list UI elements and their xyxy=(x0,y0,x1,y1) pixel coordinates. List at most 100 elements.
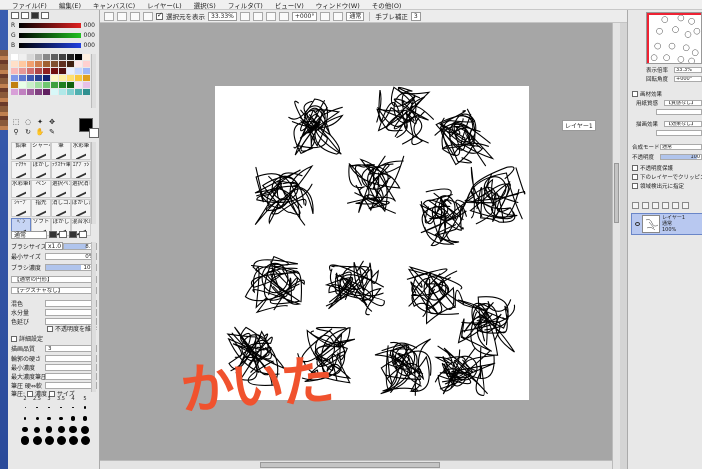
blue-slider[interactable] xyxy=(19,43,81,48)
brush-tool-14[interactable]: 消しゴム xyxy=(51,199,71,217)
transfer-down-button[interactable] xyxy=(652,202,659,209)
color-swatch[interactable] xyxy=(67,75,74,81)
color-swatch[interactable] xyxy=(59,61,66,67)
color-swatch[interactable] xyxy=(27,82,34,88)
brush-density-slider[interactable]: 100 xyxy=(45,263,97,271)
color-swatch[interactable] xyxy=(43,54,50,60)
navigator-viewport[interactable] xyxy=(647,13,701,63)
color-swatch[interactable] xyxy=(11,54,18,60)
red-value[interactable]: 000 xyxy=(83,22,95,29)
brush-size-preset[interactable] xyxy=(55,414,67,423)
menu-item-0[interactable]: ファイル(F) xyxy=(6,0,53,10)
clipping-option[interactable]: 下のレイヤーでクリッピング xyxy=(632,173,702,181)
blend-mode-select[interactable]: 通常 xyxy=(346,11,365,21)
redo-button[interactable] xyxy=(117,11,127,21)
deselect-button[interactable] xyxy=(130,11,140,21)
brush-tool-3[interactable]: 水彩筆 xyxy=(71,142,91,160)
color-swatch[interactable] xyxy=(51,54,58,60)
menu-item-8[interactable]: その他(O) xyxy=(366,0,408,10)
color-swatch[interactable] xyxy=(67,89,74,95)
wand-icon[interactable]: ✦ xyxy=(35,118,45,126)
color-swatch[interactable] xyxy=(43,89,50,95)
color-swatch[interactable] xyxy=(43,82,50,88)
color-swatch[interactable] xyxy=(75,54,82,60)
brush-size-preset[interactable] xyxy=(19,414,31,423)
brush-size-preset[interactable] xyxy=(19,436,31,445)
color-swatch[interactable] xyxy=(27,61,34,67)
red-slider[interactable] xyxy=(19,23,81,28)
menu-item-3[interactable]: レイヤー(L) xyxy=(141,0,188,10)
menu-item-7[interactable]: ウィンドウ(W) xyxy=(310,0,366,10)
color-swatch[interactable] xyxy=(83,68,90,74)
brush-size-preset[interactable] xyxy=(79,436,91,445)
brush-size-preset[interactable] xyxy=(19,403,31,412)
show-selection-checkbox[interactable] xyxy=(156,11,163,20)
brush-size-preset[interactable] xyxy=(43,414,55,423)
brush-size-preset[interactable] xyxy=(67,436,79,445)
color-swatch[interactable] xyxy=(27,68,34,74)
rgb-slider-toggle[interactable] xyxy=(21,12,29,19)
brush-tool-6[interactable]: ﾃｸｽﾁｬ筆 xyxy=(51,161,71,179)
color-swatch[interactable] xyxy=(11,82,18,88)
brush-tool-10[interactable]: 選択ペン xyxy=(51,180,71,198)
color-swatch[interactable] xyxy=(83,61,90,67)
quality-select[interactable]: 3 xyxy=(45,344,97,352)
brush-size-preset[interactable] xyxy=(55,425,67,434)
color-swatch[interactable] xyxy=(11,68,18,74)
layer-visibility-eye-icon[interactable] xyxy=(635,222,640,226)
color-swatch[interactable] xyxy=(75,68,82,74)
size-multiplier-select[interactable]: x1.0 xyxy=(45,242,63,250)
zoom-out-button[interactable] xyxy=(239,11,250,21)
brush-shape-select[interactable]: 【通常の円形】 xyxy=(11,275,97,283)
color-swatch[interactable] xyxy=(11,89,18,95)
vertical-scroll-thumb[interactable] xyxy=(614,163,619,223)
color-swatch[interactable] xyxy=(43,68,50,74)
brush-tool-11[interactable]: 選択消し xyxy=(71,180,91,198)
brush-mode-select[interactable]: 通常 xyxy=(11,230,47,239)
settings-scrollbar[interactable] xyxy=(91,242,96,392)
zoom-field[interactable]: 33.33% xyxy=(208,11,237,21)
brush-tool-13[interactable]: 指先 xyxy=(31,199,51,217)
layer-effect-header[interactable]: 画材効果 xyxy=(632,90,662,98)
color-swatch[interactable] xyxy=(19,68,26,74)
menu-item-4[interactable]: 選択(S) xyxy=(188,0,222,10)
color-swatch[interactable] xyxy=(27,89,34,95)
color-swatch[interactable] xyxy=(19,82,26,88)
rotate-right-button[interactable] xyxy=(320,11,331,21)
paper-strength-slider[interactable] xyxy=(656,108,702,115)
brush-size-preset[interactable] xyxy=(43,403,55,412)
color-swatch[interactable] xyxy=(51,68,58,74)
brush-size-preset[interactable] xyxy=(67,414,79,423)
rotate-left-button[interactable] xyxy=(278,11,289,21)
min-density-slider[interactable] xyxy=(45,363,97,371)
keep-opacity-option[interactable]: 不透明度を維持 xyxy=(47,324,97,333)
color-swatch[interactable] xyxy=(43,75,50,81)
max-pressure-slider[interactable] xyxy=(45,372,97,380)
brush-size-preset[interactable] xyxy=(55,403,67,412)
color-swatch[interactable] xyxy=(59,68,66,74)
rotation-field[interactable]: +000° xyxy=(291,11,318,21)
blue-value[interactable]: 000 xyxy=(83,42,95,49)
color-swatch[interactable] xyxy=(75,89,82,95)
brush-size-preset[interactable] xyxy=(31,414,43,423)
menu-item-1[interactable]: 編集(E) xyxy=(53,0,87,10)
color-swatch[interactable] xyxy=(59,89,66,95)
edge-slider[interactable] xyxy=(45,354,97,362)
delete-layer-button[interactable] xyxy=(682,202,689,209)
color-swatch[interactable] xyxy=(67,61,74,67)
brush-size-preset[interactable] xyxy=(43,436,55,445)
keep-opacity-checkbox[interactable] xyxy=(47,325,53,332)
stabilizer-select[interactable]: 3 xyxy=(410,11,421,21)
color-swatch[interactable] xyxy=(35,61,42,67)
color-swatch[interactable] xyxy=(51,75,58,81)
color-swatch[interactable] xyxy=(51,82,58,88)
undo-button[interactable] xyxy=(104,11,114,21)
protect-opacity-option[interactable]: 不透明度保護 xyxy=(632,164,673,172)
detect-source-checkbox[interactable] xyxy=(632,183,638,189)
shape-circle-button[interactable] xyxy=(49,231,57,238)
color-swatch[interactable] xyxy=(11,75,18,81)
color-swatch[interactable] xyxy=(83,89,90,95)
brush-grid-scrollbar[interactable] xyxy=(91,142,96,224)
color-swatch[interactable] xyxy=(67,68,74,74)
hand-icon[interactable]: ✋ xyxy=(35,128,45,136)
